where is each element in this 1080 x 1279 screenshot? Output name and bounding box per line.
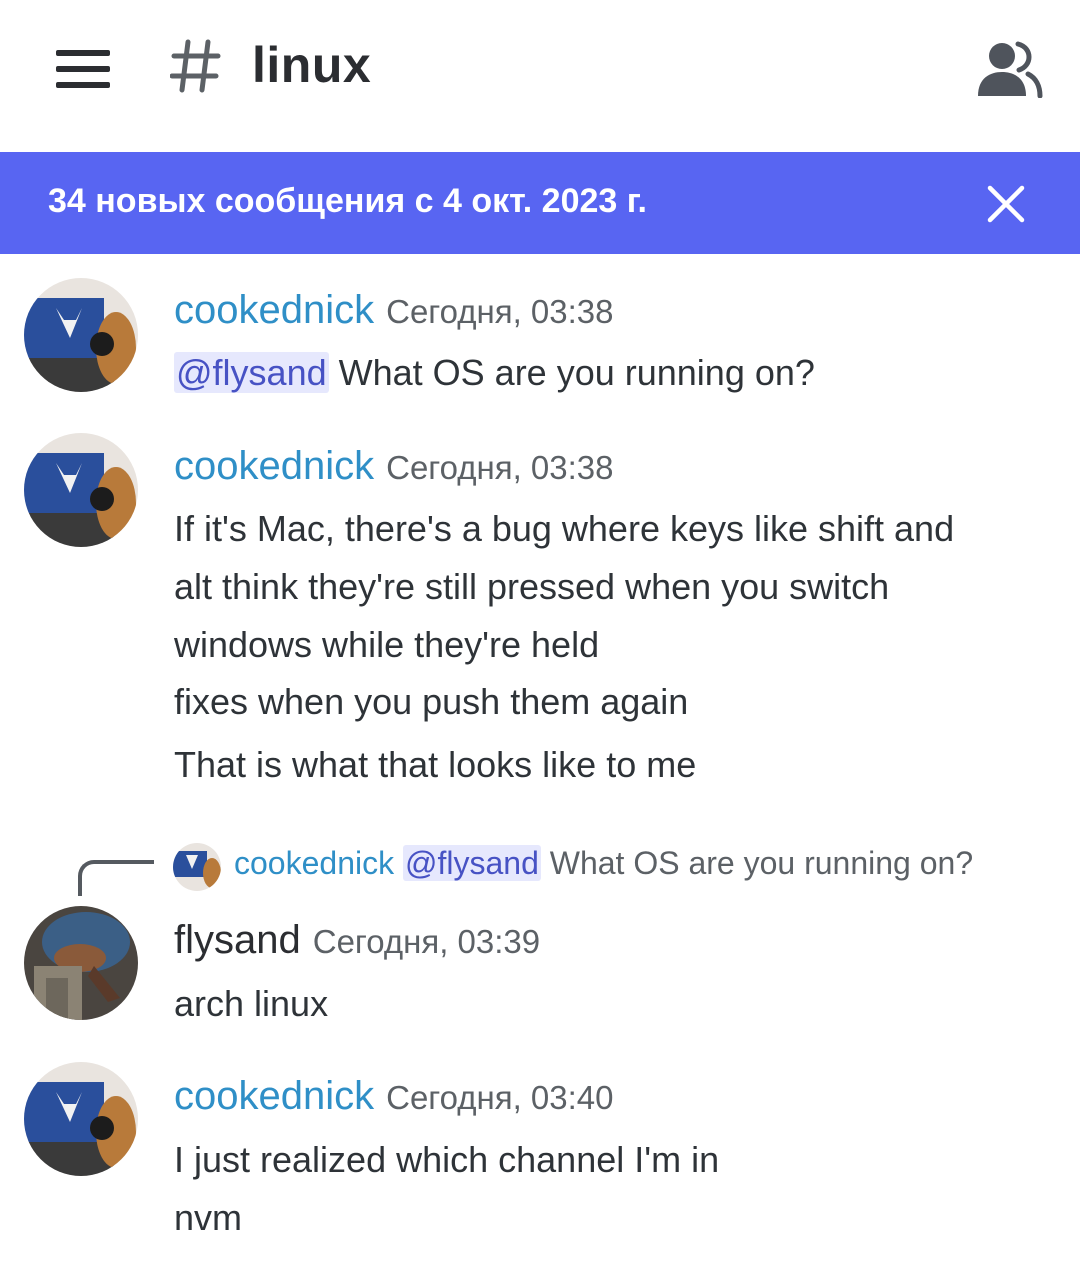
user-mention[interactable]: @flysand bbox=[402, 845, 541, 881]
hamburger-menu-icon[interactable] bbox=[56, 50, 110, 88]
username[interactable]: cookednick bbox=[174, 288, 374, 332]
avatar[interactable] bbox=[24, 278, 138, 392]
message-text: What OS are you running on? bbox=[338, 352, 815, 393]
reply-preview[interactable]: cookednick @flysand What OS are you runn… bbox=[234, 845, 973, 882]
hash-icon bbox=[170, 39, 221, 93]
username[interactable]: cookednick bbox=[174, 1074, 374, 1118]
message-text: alt think they're still pressed when you… bbox=[174, 566, 890, 607]
reply-username[interactable]: cookednick bbox=[234, 845, 394, 881]
timestamp: Сегодня, 03:40 bbox=[386, 1079, 614, 1116]
message-text: windows while they're held bbox=[174, 624, 600, 665]
message-text: If it's Mac, there's a bug where keys li… bbox=[174, 508, 955, 549]
reply-avatar bbox=[173, 843, 221, 891]
members-icon[interactable] bbox=[974, 40, 1044, 98]
close-icon[interactable] bbox=[986, 184, 1026, 224]
username[interactable]: flysand bbox=[174, 918, 301, 962]
message-text: arch linux bbox=[174, 983, 329, 1024]
timestamp: Сегодня, 03:38 bbox=[386, 449, 614, 486]
avatar[interactable] bbox=[24, 906, 138, 1020]
new-messages-text: 34 новых сообщения с 4 окт. 2023 г. bbox=[48, 182, 647, 220]
message-text: fixes when you push them again bbox=[174, 681, 689, 722]
timestamp: Сегодня, 03:39 bbox=[312, 923, 541, 960]
message-text: I just realized which channel I'm in bbox=[174, 1139, 720, 1180]
new-messages-banner[interactable]: 34 новых сообщения с 4 окт. 2023 г. bbox=[0, 152, 1080, 254]
avatar[interactable] bbox=[24, 433, 138, 547]
avatar[interactable] bbox=[24, 1062, 138, 1176]
channel-header: linux bbox=[0, 0, 1080, 152]
user-mention[interactable]: @flysand bbox=[174, 352, 329, 393]
username[interactable]: cookednick bbox=[174, 444, 374, 488]
message-text: That is what that looks like to me bbox=[174, 744, 697, 785]
channel-title: linux bbox=[252, 37, 372, 93]
message-text: nvm bbox=[174, 1197, 243, 1238]
reply-text: What OS are you running on? bbox=[549, 845, 974, 881]
reply-connector bbox=[78, 860, 154, 896]
timestamp: Сегодня, 03:38 bbox=[386, 293, 614, 330]
